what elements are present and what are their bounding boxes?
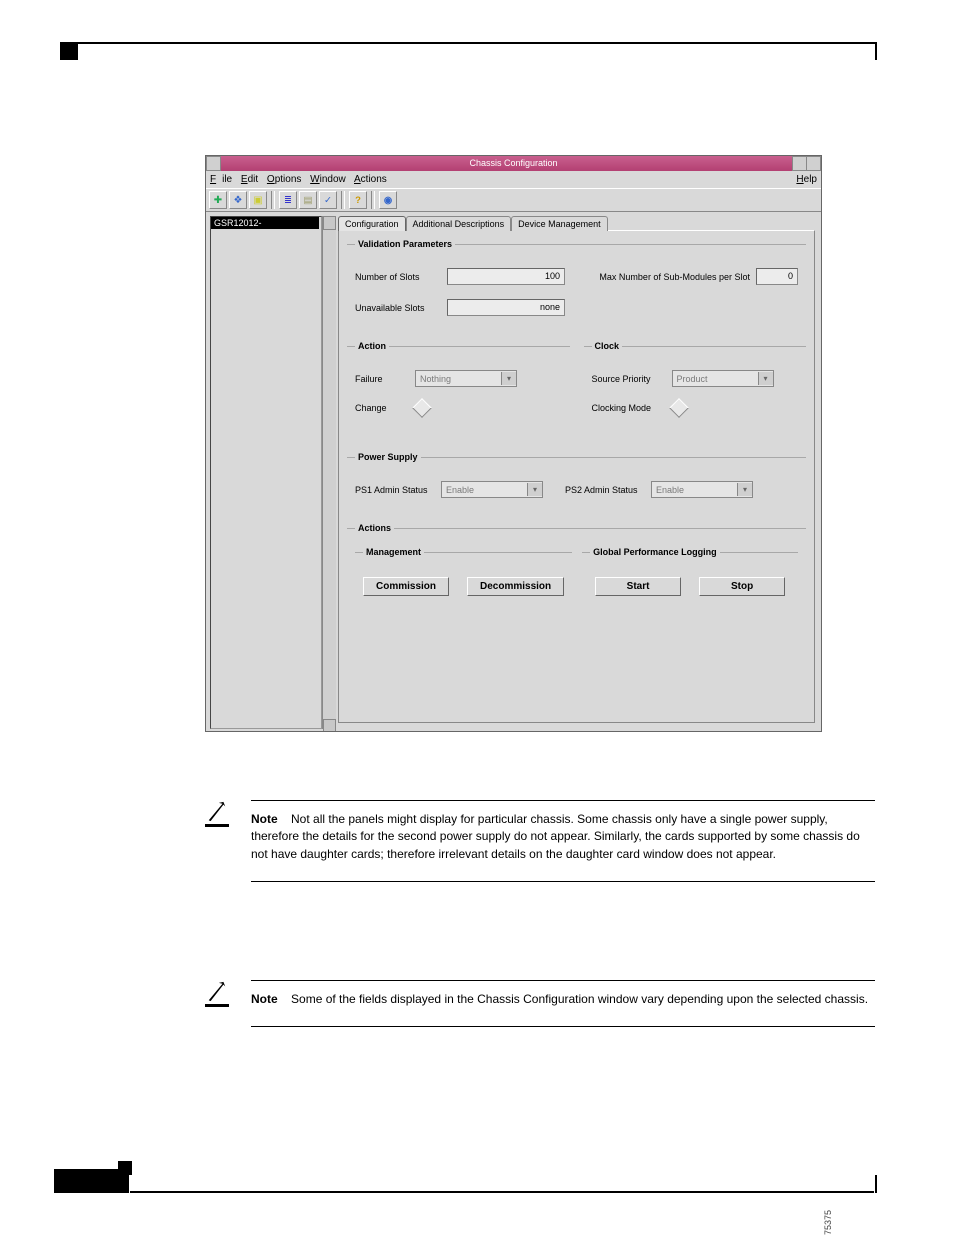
menu-options[interactable]: Options [267, 174, 301, 185]
group-actions-legend: Actions [355, 523, 394, 533]
group-clock-legend: Clock [592, 341, 623, 351]
group-power-legend: Power Supply [355, 452, 421, 462]
max-sub-label: Max Number of Sub-Modules per Slot [599, 272, 750, 282]
group-actions: Actions Management Commission Decommissi… [347, 523, 806, 612]
group-validation-legend: Validation Parameters [355, 239, 455, 249]
failure-label: Failure [355, 374, 415, 384]
chevron-down-icon: ▾ [758, 372, 773, 385]
note-block-1: Note Not all the panels might display fo… [205, 800, 875, 882]
ps1-combo[interactable]: Enable ▾ [441, 481, 543, 498]
note-icon [205, 980, 229, 1007]
page-header-rule [60, 42, 875, 44]
titlebar[interactable]: Chassis Configuration [206, 156, 821, 171]
group-action: Action Failure Nothing ▾ Change [347, 341, 570, 428]
maximize-icon[interactable] [806, 156, 821, 171]
note-block-2: Note Some of the fields displayed in the… [205, 980, 875, 1027]
scroll-up-icon[interactable] [323, 216, 336, 230]
num-slots-field[interactable]: 100 [447, 268, 565, 285]
ps1-label: PS1 Admin Status [355, 485, 441, 495]
toolbar-btn-5[interactable]: ▤ [299, 191, 317, 209]
group-clock: Clock Source Priority Product ▾ Clocking… [584, 341, 807, 428]
tree-sidebar: GSR12012- [206, 212, 336, 732]
clocking-mode-checkbox[interactable] [669, 398, 689, 418]
toolbar-info-icon[interactable]: ◉ [379, 191, 397, 209]
start-button[interactable]: Start [595, 577, 681, 596]
note-icon [205, 800, 229, 827]
toolbar-btn-3[interactable]: ▣ [249, 191, 267, 209]
tab-configuration[interactable]: Configuration [338, 216, 406, 231]
note-text-2: Some of the fields displayed in the Chas… [291, 992, 868, 1006]
unavail-slots-label: Unavailable Slots [355, 303, 447, 313]
page-footer-block-inner [118, 1161, 132, 1175]
change-checkbox[interactable] [412, 398, 432, 418]
chassis-config-window: Chassis Configuration File Edit Options … [205, 155, 822, 732]
group-gpl-legend: Global Performance Logging [590, 547, 720, 557]
ps2-combo[interactable]: Enable ▾ [651, 481, 753, 498]
page-header-corner [875, 42, 877, 60]
system-menu-icon[interactable] [206, 156, 221, 171]
src-priority-combo[interactable]: Product ▾ [672, 370, 774, 387]
toolbar-btn-1[interactable]: ✚ [209, 191, 227, 209]
change-label: Change [355, 403, 415, 413]
note-label: Note [251, 992, 278, 1006]
menu-help[interactable]: Help [796, 174, 817, 185]
ps2-label: PS2 Admin Status [565, 485, 651, 495]
group-management-legend: Management [363, 547, 424, 557]
group-validation: Validation Parameters Number of Slots 10… [347, 239, 806, 329]
page-footer-corner [875, 1175, 877, 1193]
tab-additional-descriptions[interactable]: Additional Descriptions [406, 216, 512, 231]
page-header-block [60, 42, 78, 60]
max-sub-field[interactable]: 0 [756, 268, 798, 285]
group-power-supply: Power Supply PS1 Admin Status Enable ▾ P… [347, 452, 806, 511]
commission-button[interactable]: Commission [363, 577, 449, 596]
menu-file[interactable]: File [210, 174, 232, 185]
chevron-down-icon: ▾ [737, 483, 752, 496]
scrollbar[interactable] [322, 216, 336, 729]
toolbar-btn-6[interactable]: ✓ [319, 191, 337, 209]
menubar: File Edit Options Window Actions Help [206, 171, 821, 188]
src-priority-label: Source Priority [592, 374, 672, 384]
toolbar-btn-4[interactable]: ≣ [279, 191, 297, 209]
group-gpl: Global Performance Logging Start Stop [582, 547, 798, 604]
menu-window[interactable]: Window [310, 174, 346, 185]
tree-item[interactable]: GSR12012- [211, 217, 319, 229]
group-management: Management Commission Decommission [355, 547, 572, 604]
chevron-down-icon: ▾ [501, 372, 516, 385]
menu-actions[interactable]: Actions [354, 174, 387, 185]
stop-button[interactable]: Stop [699, 577, 785, 596]
chevron-down-icon: ▾ [527, 483, 542, 496]
page-footer-rule [130, 1191, 874, 1193]
clocking-mode-label: Clocking Mode [592, 403, 672, 413]
note-label: Note [251, 812, 278, 826]
figure-id: 75375 [823, 700, 954, 1235]
num-slots-label: Number of Slots [355, 272, 447, 282]
decommission-button[interactable]: Decommission [467, 577, 564, 596]
toolbar: ✚ ❖ ▣ ≣ ▤ ✓ ? ◉ [206, 188, 821, 212]
minimize-icon[interactable] [792, 156, 807, 171]
toolbar-help-icon[interactable]: ? [349, 191, 367, 209]
toolbar-btn-2[interactable]: ❖ [229, 191, 247, 209]
group-action-legend: Action [355, 341, 389, 351]
window-title: Chassis Configuration [469, 158, 557, 168]
menu-edit[interactable]: Edit [241, 174, 258, 185]
unavail-slots-field[interactable]: none [447, 299, 565, 316]
tab-device-management[interactable]: Device Management [511, 216, 608, 231]
failure-combo[interactable]: Nothing ▾ [415, 370, 517, 387]
scroll-down-icon[interactable] [323, 719, 336, 732]
note-text-1: Not all the panels might display for par… [251, 812, 860, 861]
